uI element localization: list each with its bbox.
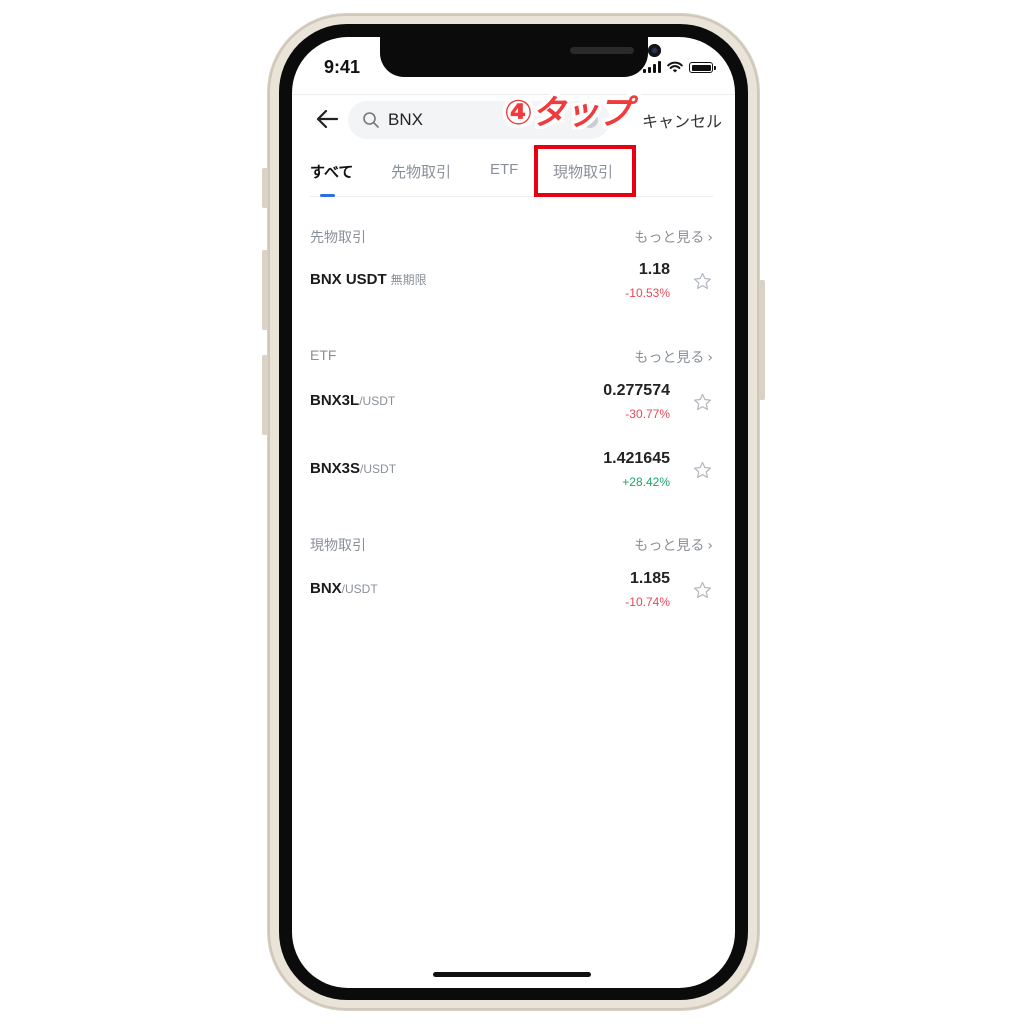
phone-screen: 9:41 BNX キャンセル ④タップ すべて 先物取引 ETF 現物取引 先物… (292, 37, 735, 988)
power-button (759, 280, 765, 400)
change-percent: -30.77% (625, 407, 670, 421)
quote-currency: /USDT (359, 394, 396, 408)
list-item[interactable]: BNX3S/USDT 1.421645 +28.42% (292, 446, 735, 496)
camera-icon (648, 44, 661, 57)
annotation-tap-label: ④タップ (504, 93, 632, 133)
chevron-right-icon: › (707, 538, 713, 554)
section-title-etf: ETF (310, 347, 337, 363)
chevron-right-icon: › (707, 350, 713, 366)
back-arrow-icon[interactable] (316, 109, 338, 129)
contract-tag: 無期限 (390, 273, 427, 287)
price: 1.185 (629, 570, 670, 587)
chevron-right-icon: › (707, 230, 713, 246)
star-icon[interactable] (692, 580, 713, 601)
cancel-button[interactable]: キャンセル (642, 108, 722, 132)
search-icon (363, 112, 379, 128)
symbol-label: BNX USDT 無期限 (310, 271, 427, 288)
cellular-signal-icon (643, 61, 661, 73)
status-time: 9:41 (324, 57, 361, 77)
price: 1.421645 (603, 450, 670, 467)
more-label: もっと見る (634, 538, 705, 554)
change-percent: -10.74% (625, 595, 670, 609)
more-link-etf[interactable]: もっと見る › (634, 347, 713, 367)
symbol-text: BNX3S (310, 460, 361, 477)
speaker-grille (570, 47, 634, 54)
tab-all[interactable]: すべて (310, 161, 353, 182)
price: 1.18 (638, 261, 670, 278)
star-icon[interactable] (692, 460, 713, 481)
battery-icon (689, 62, 716, 73)
symbol-text: BNX (310, 580, 342, 597)
star-icon[interactable] (692, 271, 713, 292)
quote-currency: /USDT (360, 462, 397, 476)
home-indicator[interactable] (433, 972, 591, 977)
notch (380, 37, 661, 77)
wifi-icon (667, 61, 683, 73)
more-link-spot[interactable]: もっと見る › (634, 535, 713, 555)
more-label: もっと見る (634, 230, 705, 246)
symbol-label: BNX/USDT (310, 580, 378, 597)
star-icon[interactable] (692, 392, 713, 413)
list-item[interactable]: BNX/USDT 1.185 -10.74% (292, 566, 735, 616)
price: 0.277574 (603, 382, 670, 399)
section-title-spot: 現物取引 (310, 538, 366, 554)
more-label: もっと見る (634, 350, 705, 366)
tabs-divider (310, 196, 713, 197)
list-item[interactable]: BNX3L/USDT 0.277574 -30.77% (292, 378, 735, 428)
volume-up-button (262, 250, 268, 330)
section-title-futures: 先物取引 (310, 230, 366, 246)
list-item[interactable]: BNX USDT 無期限 1.18 -10.53% (292, 257, 735, 307)
tab-etf[interactable]: ETF (490, 161, 518, 178)
annotation-highlight-box (534, 145, 636, 197)
symbol-label: BNX3S/USDT (310, 460, 396, 477)
tab-futures[interactable]: 先物取引 (391, 161, 451, 182)
mute-switch (262, 168, 268, 208)
more-link-futures[interactable]: もっと見る › (634, 227, 713, 247)
change-percent: +28.42% (622, 475, 670, 489)
quote-currency: /USDT (341, 582, 378, 596)
tab-active-indicator (320, 194, 335, 197)
search-query: BNX (388, 110, 423, 129)
symbol-text: BNX USDT (310, 271, 387, 288)
symbol-text: BNX3L (310, 392, 360, 409)
volume-down-button (262, 355, 268, 435)
symbol-label: BNX3L/USDT (310, 392, 395, 409)
status-icons (643, 59, 716, 73)
change-percent: -10.53% (625, 286, 670, 300)
